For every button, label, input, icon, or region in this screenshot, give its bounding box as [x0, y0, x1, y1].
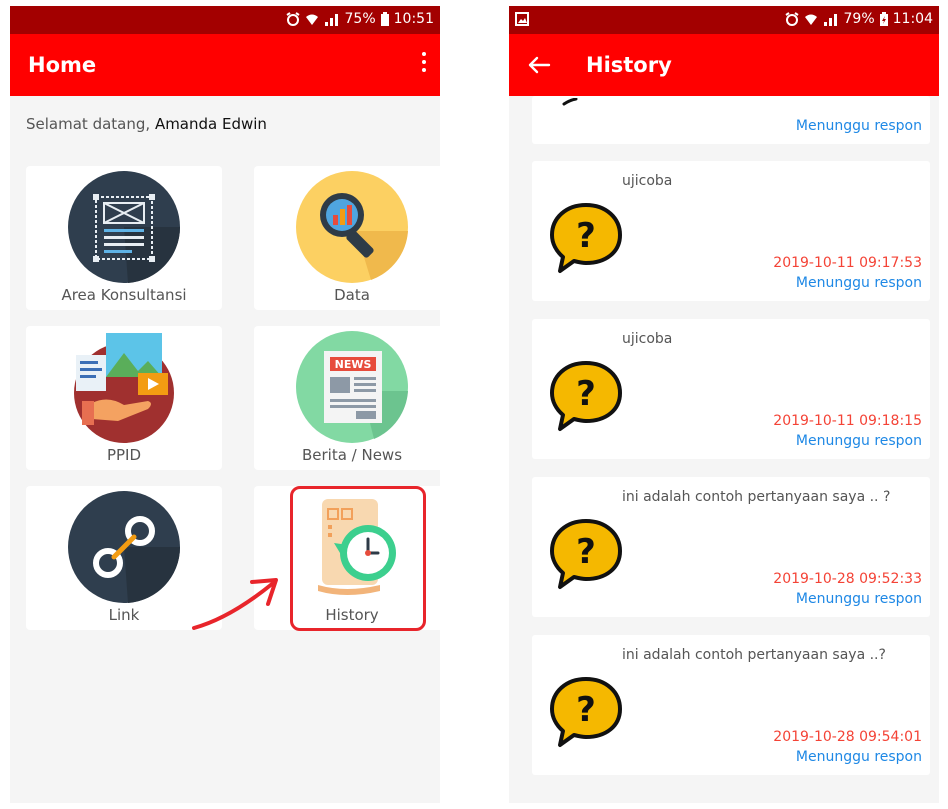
overflow-menu-icon[interactable] [420, 52, 428, 78]
question-text: ujicoba [622, 173, 673, 189]
question-bubble-tail-icon [562, 98, 578, 106]
history-item[interactable]: ? ujicoba 2019-10-11 09:17:53 Menunggu r… [532, 161, 930, 301]
history-item[interactable]: ? ini adalah contoh pertanyaan saya .. ?… [532, 477, 930, 617]
question-bubble-icon: ? [550, 361, 622, 431]
status-bar: 75% 10:51 [10, 6, 440, 34]
clock: 11:04 [892, 11, 933, 27]
app-bar: History [509, 34, 939, 96]
tile-berita-news[interactable]: NEWS Berita / News [254, 326, 440, 470]
timestamp: 2019-10-11 09:17:53 [773, 255, 922, 271]
timestamp: 2019-10-28 09:54:01 [773, 729, 922, 745]
question-bubble-icon: ? [550, 677, 622, 747]
magnifier-chart-icon [296, 171, 408, 283]
status-text[interactable]: Menunggu respon [796, 118, 922, 134]
tile-label: PPID [106, 446, 142, 464]
wifi-icon [305, 14, 318, 25]
status-text[interactable]: Menunggu respon [796, 591, 922, 607]
tile-ppid[interactable]: PPID [26, 326, 222, 470]
question-glyph: ? [576, 690, 596, 730]
wireframe-document-icon [68, 171, 180, 283]
question-text: ini adalah contoh pertanyaan saya .. ? [622, 489, 891, 505]
back-arrow-icon[interactable] [525, 51, 553, 79]
history-item[interactable]: Menunggu respon [532, 96, 930, 144]
status-text[interactable]: Menunggu respon [796, 275, 922, 291]
alarm-icon [784, 12, 799, 26]
newspaper-icon: NEWS [296, 331, 408, 443]
wifi-icon [804, 14, 817, 25]
battery-icon [380, 12, 389, 26]
greeting-prefix: Selamat datang, [26, 115, 151, 133]
tile-area-konsultansi[interactable]: Area Konsultansi [26, 166, 222, 310]
image-notification-icon [515, 12, 529, 26]
page-title: Home [28, 53, 97, 77]
question-text: ujicoba [622, 331, 673, 347]
question-bubble-icon: ? [550, 203, 622, 273]
user-name: Amanda Edwin [154, 115, 267, 133]
battery-charging-icon [879, 12, 888, 26]
greeting: Selamat datang, Amanda Edwin [26, 115, 267, 133]
timestamp: 2019-10-28 09:52:33 [773, 571, 922, 587]
tile-data[interactable]: Data [254, 166, 440, 310]
signal-icon [823, 14, 837, 26]
question-glyph: ? [576, 532, 596, 572]
timestamp: 2019-10-11 09:18:15 [773, 413, 922, 429]
tile-label: Berita / News [301, 446, 403, 464]
tile-label: Data [334, 286, 370, 304]
signal-icon [324, 14, 338, 26]
media-hand-icon [74, 333, 174, 443]
status-text[interactable]: Menunggu respon [796, 749, 922, 765]
battery-percent: 75% [344, 11, 376, 27]
status-text[interactable]: Menunggu respon [796, 433, 922, 449]
app-bar: Home [10, 34, 440, 96]
page-title: History [586, 53, 672, 77]
highlight-box [290, 486, 426, 631]
clock: 10:51 [393, 11, 434, 27]
question-glyph: ? [576, 216, 596, 256]
alarm-icon [285, 12, 300, 26]
history-item[interactable]: ? ini adalah contoh pertanyaan saya ..? … [532, 635, 930, 775]
battery-percent: 79% [843, 11, 875, 27]
tile-label: Area Konsultansi [61, 286, 187, 304]
question-glyph: ? [576, 374, 596, 414]
red-arrow-icon [192, 578, 278, 630]
news-word: NEWS [335, 358, 372, 371]
history-screen: 79% 11:04 History Menunggu respon ? ujic… [509, 6, 939, 803]
question-text: ini adalah contoh pertanyaan saya ..? [622, 647, 886, 663]
history-item[interactable]: ? ujicoba 2019-10-11 09:18:15 Menunggu r… [532, 319, 930, 459]
status-bar: 79% 11:04 [509, 6, 939, 34]
home-screen: 75% 10:51 Home Selamat datang, Amanda Ed… [10, 6, 440, 803]
question-bubble-icon: ? [550, 519, 622, 589]
chain-link-icon [68, 491, 180, 603]
